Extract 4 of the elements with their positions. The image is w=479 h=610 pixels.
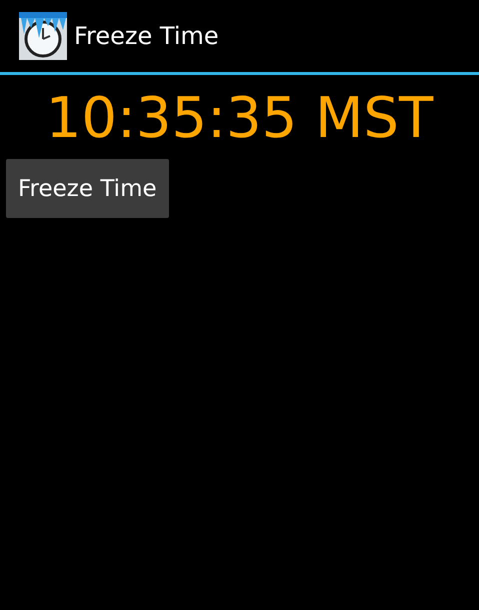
clock-icon [19,12,67,60]
time-display: 10:35:35 MST [44,87,434,151]
freeze-time-button[interactable]: Freeze Time [6,159,169,218]
app-title: Freeze Time [74,22,219,50]
